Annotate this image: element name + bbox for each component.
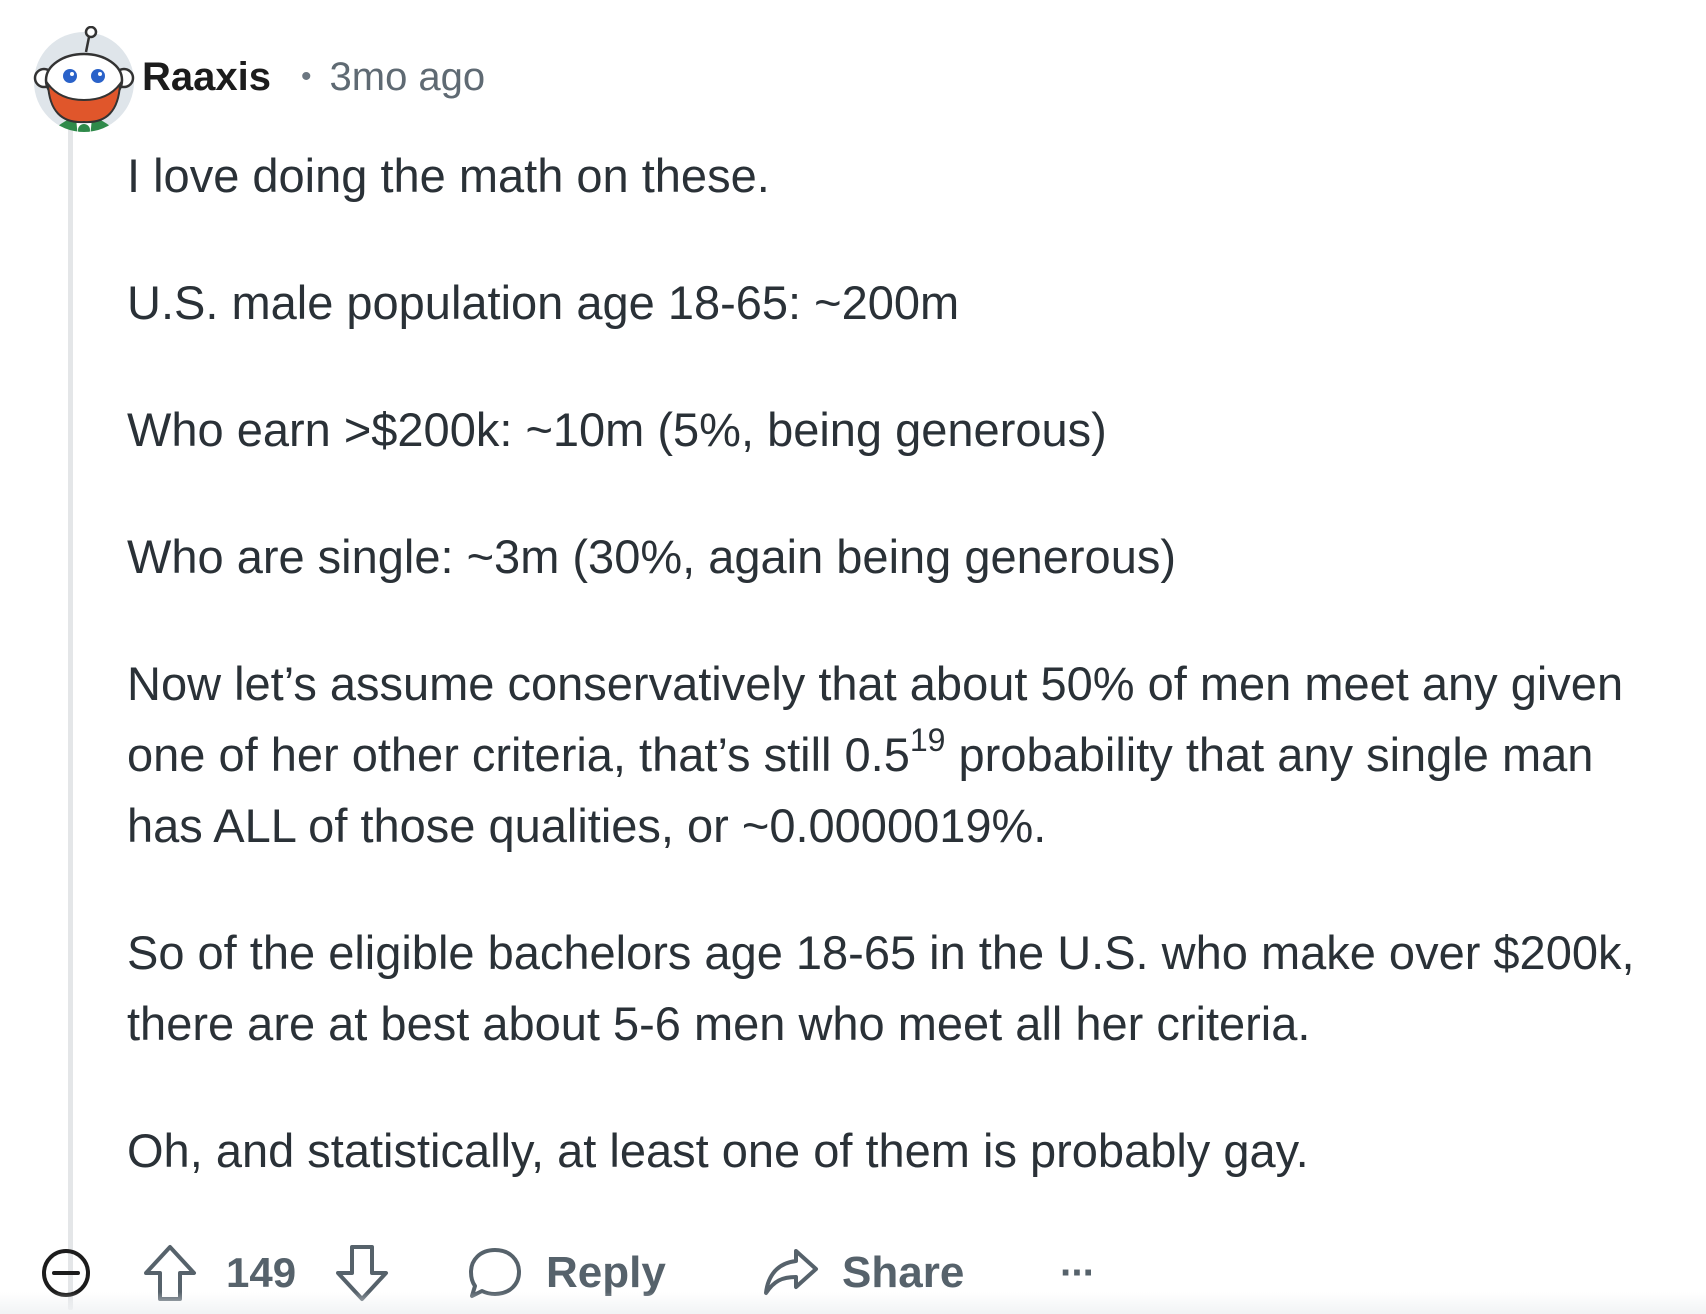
comment-paragraph: I love doing the math on these.	[127, 149, 770, 202]
comment-paragraph: Who earn >$200k: ~10m (5%, being generou…	[127, 403, 1107, 456]
comment-paragraph: Who are single: ~3m (30%, again being ge…	[127, 530, 1176, 583]
separator-dot: •	[300, 60, 312, 93]
username[interactable]: Raaxis	[142, 55, 271, 100]
ellipsis-icon: ···	[1060, 1250, 1096, 1295]
comment-paragraph: U.S. male population age 18-65: ~200m	[127, 276, 960, 329]
vote-score: 149	[226, 1249, 297, 1296]
comment-paragraph: So of the eligible bachelors age 18-65 i…	[127, 926, 1635, 1050]
avatar[interactable]	[28, 26, 140, 138]
comment-header: Raaxis • 3mo ago	[142, 50, 485, 104]
timestamp[interactable]: 3mo ago	[330, 55, 486, 100]
comment-body: I love doing the math on these. U.S. mal…	[127, 140, 1667, 1242]
exponent: 19	[909, 722, 946, 758]
thread-line[interactable]	[68, 120, 73, 1310]
bottom-fade	[0, 1292, 1706, 1314]
reply-label: Reply	[546, 1248, 666, 1297]
comment-paragraph: Now let’s assume conservatively that abo…	[127, 648, 1667, 861]
share-label: Share	[842, 1248, 965, 1297]
snoo-avatar-icon	[33, 26, 135, 132]
comment-paragraph: Oh, and statistically, at least one of t…	[127, 1124, 1309, 1177]
